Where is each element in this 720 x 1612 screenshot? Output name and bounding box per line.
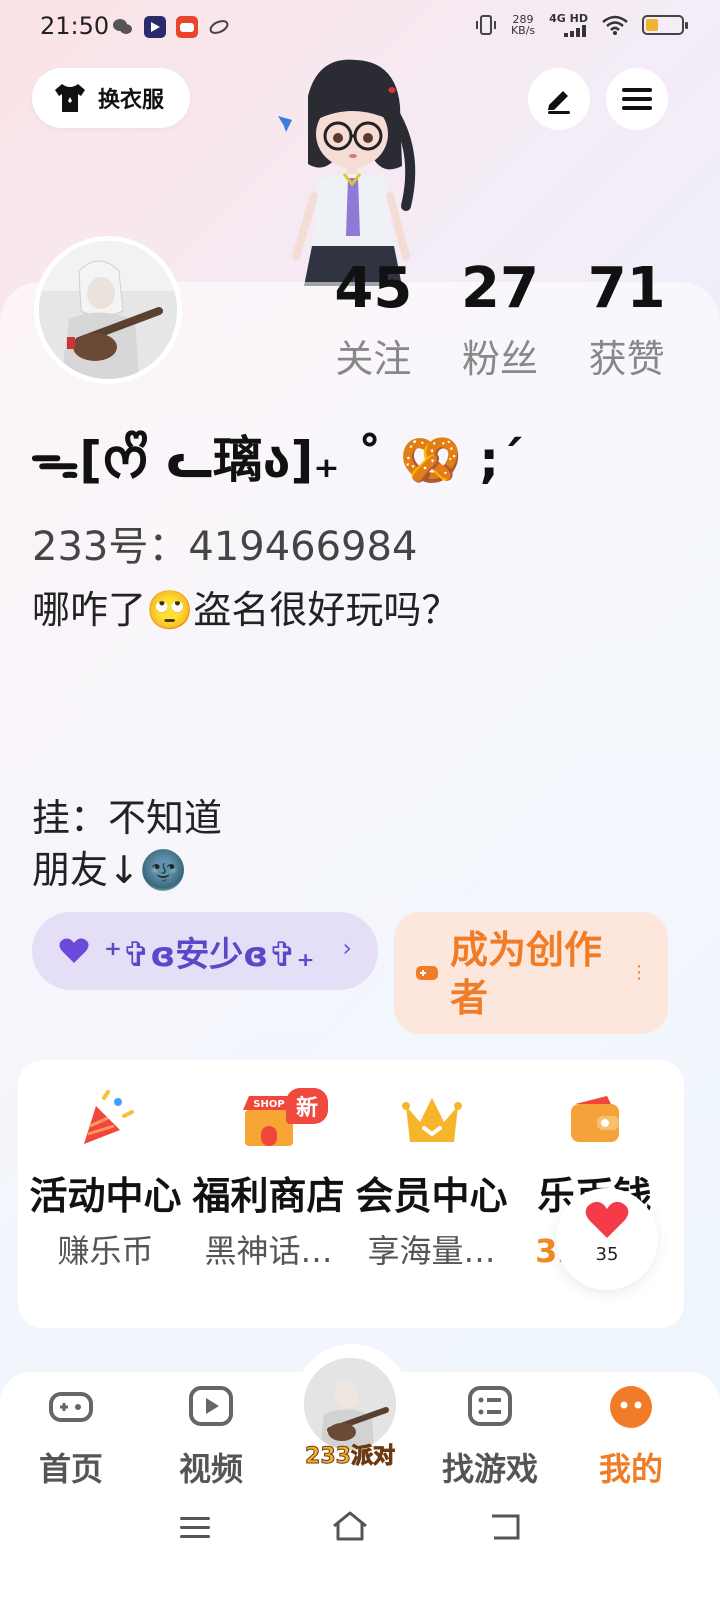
- signal-icon: [564, 25, 586, 37]
- link-icon: [208, 16, 230, 38]
- become-creator-button[interactable]: 成为创作者 ⋮: [394, 912, 668, 1034]
- more-dots-icon: ⋮: [630, 962, 648, 983]
- home-icon[interactable]: [330, 1510, 370, 1542]
- change-outfit-button[interactable]: 换衣服: [32, 68, 190, 128]
- recent-apps-icon[interactable]: [178, 1514, 212, 1542]
- followers-count: 27: [461, 256, 539, 321]
- service-sub: 赚乐币: [57, 1232, 154, 1270]
- nav-find-games[interactable]: 找游戏: [435, 1382, 545, 1490]
- user-id: 233号：419466984: [32, 524, 418, 570]
- nav-video[interactable]: 视频: [156, 1382, 266, 1490]
- service-welfare-shop[interactable]: SHOP 新 福利商店 黑神话…: [187, 1078, 350, 1328]
- battery-icon: [642, 14, 688, 35]
- party-popper-icon: [83, 1090, 134, 1144]
- service-title: 福利商店: [192, 1174, 345, 1218]
- system-nav-bar: [0, 1492, 720, 1612]
- heart-icon: [59, 938, 89, 963]
- stat-following[interactable]: 45 关注: [310, 258, 437, 383]
- nav-me[interactable]: 我的: [576, 1382, 686, 1490]
- service-membership-center[interactable]: 会员中心 享海量…: [350, 1078, 513, 1328]
- network-speed: 289 KB/s: [511, 14, 535, 36]
- likes-label: 获赞: [588, 337, 665, 381]
- status-time: 21:50: [40, 12, 110, 40]
- profile-stats: 45 关注 27 粉丝 71 获赞: [310, 258, 690, 383]
- new-badge: 新: [285, 1088, 328, 1124]
- wifi-icon: [602, 15, 628, 35]
- bio-line-3: 朋友↓🌚: [32, 848, 188, 892]
- shop-icon-text: SHOP: [253, 1099, 284, 1110]
- play-icon: [189, 1386, 233, 1426]
- following-count: 45: [334, 256, 413, 321]
- party-avatar-photo: [304, 1358, 396, 1450]
- profile-avatar[interactable]: [34, 236, 182, 384]
- wallet-icon: [570, 1096, 619, 1142]
- bio-lines: 挂：不知道 朋友↓🌚: [32, 792, 222, 896]
- relationship-tag-text: ⁺✞ɞ安少ɞ✞₊: [104, 934, 315, 975]
- likes-count: 71: [587, 256, 666, 321]
- party-label[interactable]: 233派对: [300, 1438, 400, 1470]
- back-icon[interactable]: [488, 1512, 522, 1542]
- notification-icons: [112, 16, 230, 38]
- status-bar: 21:50 289 KB/s 4G HD: [0, 0, 720, 56]
- nav-label: 首页: [38, 1450, 103, 1488]
- nav-home[interactable]: 首页: [16, 1382, 126, 1490]
- creator-gamepad-icon: [416, 966, 438, 980]
- heart-icon: [585, 1201, 629, 1238]
- bio-line-2: 挂：不知道: [32, 796, 223, 840]
- vibrate-icon: [475, 14, 496, 35]
- game-app-icon: [176, 16, 198, 38]
- character-avatar-figure[interactable]: [278, 56, 428, 286]
- pen-icon: [548, 91, 570, 114]
- nav-label: 视频: [178, 1450, 243, 1488]
- become-creator-label: 成为创作者: [450, 928, 603, 1020]
- service-sub: 黑神话…: [204, 1232, 333, 1270]
- wechat-icon: [112, 16, 134, 38]
- nickname: ᯓ[ᰔᩚ ᓚ璃ა]₊ ˚ 🥨 ;´: [30, 431, 525, 489]
- avatar-photo: [39, 241, 177, 379]
- floating-like-button[interactable]: 35: [556, 1188, 658, 1290]
- stat-followers[interactable]: 27 粉丝: [437, 258, 564, 383]
- status-right: 289 KB/s 4G HD: [475, 12, 688, 37]
- network-speed-unit: KB/s: [510, 23, 536, 37]
- followers-label: 粉丝: [462, 337, 539, 381]
- nav-label: 找游戏: [441, 1450, 538, 1488]
- service-sub: 享海量…: [367, 1232, 496, 1270]
- smile-icon: [610, 1386, 652, 1428]
- menu-button[interactable]: [606, 68, 668, 130]
- network-speed-value: 289: [512, 12, 534, 26]
- service-title: 会员中心: [355, 1174, 508, 1218]
- chevron-right-icon: ›: [342, 934, 352, 962]
- hamburger-icon: [622, 88, 652, 110]
- following-label: 关注: [335, 337, 412, 381]
- signal: 4G HD: [549, 12, 588, 37]
- gamepad-icon: [49, 1392, 93, 1422]
- battery-level: [646, 18, 658, 31]
- nav-label: 我的: [598, 1450, 663, 1488]
- like-count: 35: [595, 1244, 619, 1265]
- edit-profile-button[interactable]: [528, 68, 590, 130]
- service-activity-center[interactable]: 活动中心 赚乐币: [24, 1078, 187, 1328]
- shirt-icon: [55, 84, 85, 112]
- video-app-icon: [144, 16, 166, 38]
- list-icon: [468, 1386, 512, 1426]
- bio-line-1: 哪咋了🙄盗名很好玩吗？: [32, 588, 460, 632]
- change-outfit-label: 换衣服: [98, 88, 165, 113]
- network-type: 4G HD: [549, 12, 588, 25]
- crown-icon: [401, 1098, 462, 1142]
- stat-likes[interactable]: 71 获赞: [563, 258, 690, 383]
- service-title: 活动中心: [29, 1174, 182, 1218]
- relationship-tag-button[interactable]: ⁺✞ɞ安少ɞ✞₊ ›: [32, 912, 378, 990]
- center-party-avatar[interactable]: [304, 1358, 396, 1450]
